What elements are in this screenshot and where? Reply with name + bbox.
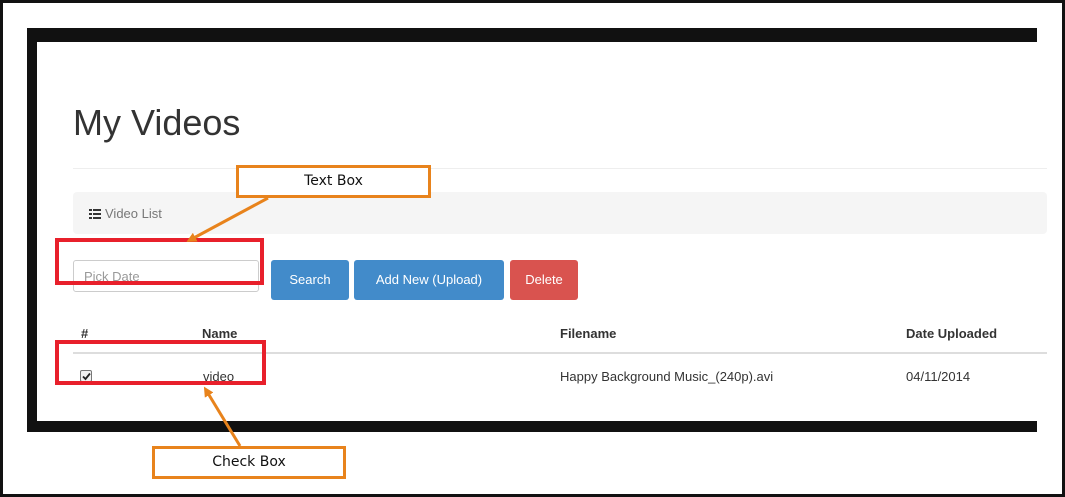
check-box-arrow	[203, 386, 242, 447]
annotation-arrows	[186, 196, 269, 447]
text-box-arrow	[186, 196, 269, 242]
text-box-callout: Text Box	[236, 165, 431, 198]
check-box-callout: Check Box	[152, 446, 346, 479]
